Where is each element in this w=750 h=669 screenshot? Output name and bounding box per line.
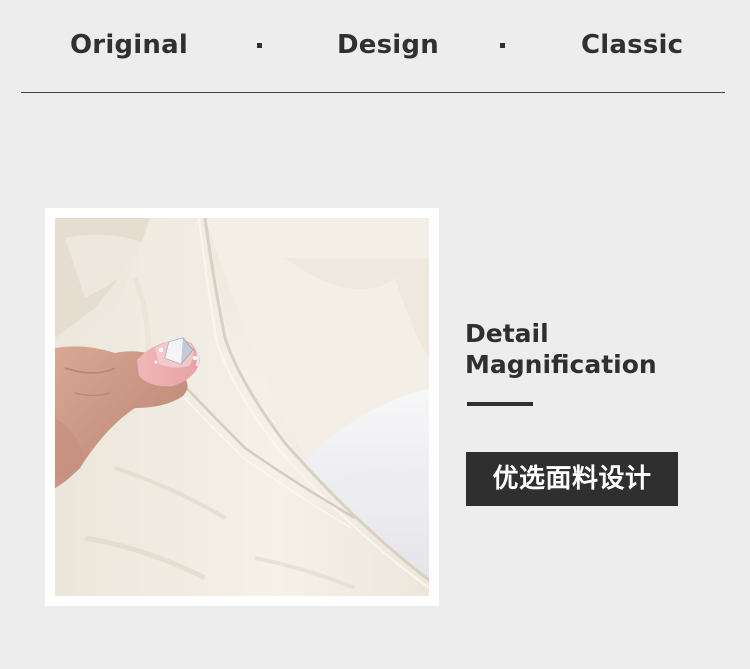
- nav-separator-dot: [500, 43, 505, 48]
- fabric-badge: 优选面料设计: [466, 452, 678, 506]
- heading-underline: [467, 402, 533, 406]
- header-divider: [21, 92, 725, 93]
- product-photo-frame: [45, 208, 439, 606]
- heading-line-2: Magnification: [465, 350, 657, 379]
- detail-magnification-heading: Detail Magnification: [465, 318, 657, 380]
- product-detail-photo: [55, 218, 429, 596]
- nav-word-original: Original: [70, 30, 188, 60]
- heading-line-1: Detail: [465, 319, 549, 348]
- nav-word-design: Design: [337, 30, 439, 60]
- leather-bag-closeup-image: [55, 218, 429, 596]
- nav-word-classic: Classic: [581, 30, 684, 60]
- header-nav: Original Design Classic: [0, 0, 750, 92]
- nav-separator-dot: [257, 43, 262, 48]
